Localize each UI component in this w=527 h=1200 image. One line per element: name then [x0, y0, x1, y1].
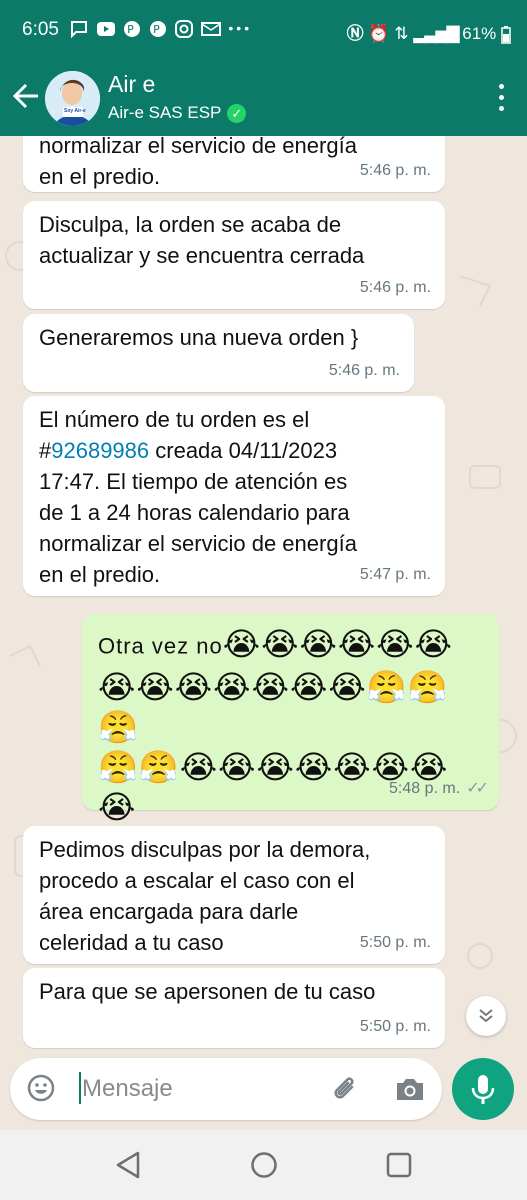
battery-text: 61%: [462, 24, 497, 43]
message-input[interactable]: [68, 1070, 332, 1108]
chat-area[interactable]: normalizar el servicio de energía en el …: [0, 136, 527, 1060]
instagram-icon: [174, 19, 193, 38]
paperclip-icon[interactable]: [330, 1073, 362, 1105]
chat-header: Soy Air-e Air e Air-e SAS ESP ✓: [0, 62, 527, 136]
message-bubble-outgoing[interactable]: Otra vez no😭😭😭😭😭😭 😭😭😭😭😭😭😭😤😤😤 😤😤😭😭😭😭😭😭😭😭 …: [82, 614, 499, 865]
system-navigation-bar: [0, 1130, 527, 1200]
message-time: 5:46 p. m.: [328, 362, 400, 379]
status-time: 6:05: [22, 19, 59, 40]
youtube-icon: [96, 21, 115, 36]
message-bubble-incoming[interactable]: Disculpa, la orden se acaba de actualiza…: [23, 201, 445, 309]
pinterest-icon: P: [124, 20, 141, 37]
emoji-icon[interactable]: [26, 1073, 56, 1103]
email-icon: [200, 21, 221, 36]
message-bubble-incoming[interactable]: El número de tu orden es el #92689986 cr…: [23, 396, 445, 596]
avatar[interactable]: Soy Air-e: [45, 71, 100, 126]
message-text: Generaremos una nueva orden }: [39, 325, 359, 350]
data-icon: ⇅: [394, 24, 409, 43]
message-time: 5:46 p. m.: [359, 279, 431, 296]
message-time-wrap: 5:48 p. m. ✓✓: [389, 773, 489, 804]
message-time: 5:48 p. m.: [389, 780, 461, 797]
scroll-down-button[interactable]: [466, 996, 506, 1036]
voice-message-button[interactable]: [452, 1058, 514, 1120]
nav-recents-icon[interactable]: [385, 1151, 413, 1179]
double-chevron-down-icon: [479, 1009, 493, 1023]
status-right: Ⓝ ⏰ ⇅ ▂▃▅▇ 61%: [347, 19, 511, 44]
microphone-icon: [471, 1075, 495, 1104]
more-options-icon[interactable]: [497, 84, 505, 116]
order-number-link[interactable]: 92689986: [51, 438, 149, 463]
message-composer: [10, 1058, 442, 1120]
emoji-sequence: 😭😭😭😭😭😭😭😤😤😤: [98, 668, 449, 745]
signal-icon: ▂▃▅▇: [413, 24, 459, 43]
notification-icons: P P •••: [70, 18, 252, 38]
pinterest-icon: P: [150, 20, 167, 37]
message-bubble-incoming[interactable]: Para que se apersonen de tu caso 5:50 p.…: [23, 968, 445, 1048]
alarm-icon: ⏰: [368, 24, 390, 43]
message-icon: [71, 20, 87, 38]
message-bubble-incoming[interactable]: Pedimos disculpas por la demora, procedo…: [23, 826, 445, 964]
nav-home-icon[interactable]: [249, 1150, 279, 1180]
message-text: Disculpa, la orden se acaba de actualiza…: [39, 212, 365, 268]
camera-icon[interactable]: [394, 1073, 426, 1105]
message-time: 5:50 p. m.: [359, 934, 431, 951]
business-name: Air-e SAS ESP: [108, 103, 222, 122]
nfc-icon: Ⓝ: [346, 24, 364, 43]
nav-back-icon[interactable]: [114, 1150, 142, 1180]
message-bubble-incoming[interactable]: normalizar el servicio de energía en el …: [23, 136, 445, 192]
message-text-label: Otra vez no: [98, 633, 223, 659]
svg-text:P: P: [153, 23, 163, 36]
contact-subtitle[interactable]: Air-e SAS ESP ✓: [108, 103, 247, 123]
message-time: 5:46 p. m.: [359, 162, 431, 179]
message-bubble-incoming[interactable]: Generaremos una nueva orden } 5:46 p. m.: [23, 314, 414, 392]
battery-icon: [501, 25, 511, 44]
read-ticks-icon: ✓✓: [466, 780, 489, 797]
message-text: Para que se apersonen de tu caso: [39, 979, 376, 1004]
contact-name[interactable]: Air e: [108, 71, 155, 98]
verified-badge-icon: ✓: [227, 103, 247, 123]
more-icon: •••: [228, 20, 253, 36]
avatar-label: Soy Air-e: [64, 108, 86, 114]
status-bar: 6:05 P P ••• Ⓝ ⏰ ⇅ ▂▃▅▇ 61%: [0, 0, 527, 62]
svg-text:P: P: [128, 23, 138, 36]
message-time: 5:47 p. m.: [359, 566, 431, 583]
back-arrow-icon[interactable]: [12, 76, 40, 116]
message-time: 5:50 p. m.: [359, 1018, 431, 1035]
emoji-sequence: 😭😭😭😭😭😭: [222, 626, 454, 662]
message-text: Otra vez no😭😭😭😭😭😭: [98, 624, 483, 667]
